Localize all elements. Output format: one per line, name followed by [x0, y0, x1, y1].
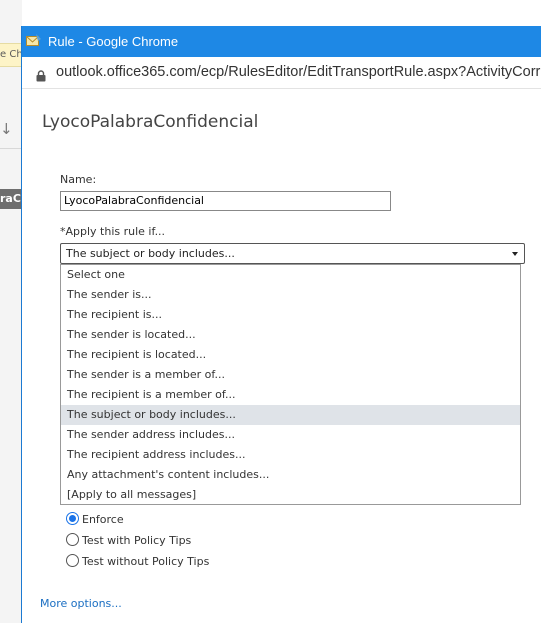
dropdown-option[interactable]: The recipient is a member of...: [61, 385, 520, 405]
dropdown-option[interactable]: The recipient is located...: [61, 345, 520, 365]
more-options-link[interactable]: More options...: [40, 597, 122, 610]
apply-rule-selected-value: The subject or body includes...: [66, 247, 235, 260]
mode-option-test-without-tips[interactable]: Test without Policy Tips: [66, 554, 209, 572]
apply-rule-select[interactable]: The subject or body includes...: [60, 243, 525, 264]
dropdown-option[interactable]: The sender address includes...: [61, 425, 520, 445]
dropdown-option[interactable]: The recipient address includes...: [61, 445, 520, 465]
title-bar[interactable]: Rule - Google Chrome: [22, 26, 541, 57]
chrome-popup-window: Rule - Google Chrome outlook.office365.c…: [21, 26, 541, 623]
address-bar[interactable]: outlook.office365.com/ecp/RulesEditor/Ed…: [22, 57, 541, 89]
background-window: [0, 0, 22, 623]
mode-option-enforce[interactable]: Enforce: [66, 512, 124, 530]
dropdown-option[interactable]: Any attachment's content includes...: [61, 465, 520, 485]
mode-option-test-with-tips[interactable]: Test with Policy Tips: [66, 533, 191, 551]
name-field[interactable]: LyocoPalabraConfidencial: [60, 191, 391, 211]
page-title: LyocoPalabraConfidencial: [42, 112, 259, 132]
background-divider: [0, 148, 22, 149]
dropdown-option[interactable]: [Apply to all messages]: [61, 485, 520, 505]
rule-editor: LyocoPalabraConfidencial Name: LyocoPala…: [22, 89, 541, 623]
url-text[interactable]: outlook.office365.com/ecp/RulesEditor/Ed…: [56, 57, 541, 87]
background-dark-tab: raCo: [0, 189, 22, 209]
background-tab[interactable]: e Ch: [0, 43, 22, 67]
dropdown-option[interactable]: The recipient is...: [61, 305, 520, 325]
lock-icon[interactable]: [36, 67, 46, 82]
name-label: Name:: [60, 173, 97, 186]
dropdown-option[interactable]: The sender is...: [61, 285, 520, 305]
apply-rule-dropdown-list: Select one The sender is... The recipient …: [60, 264, 521, 505]
down-arrow-icon[interactable]: ↓: [0, 120, 13, 138]
caret-down-icon[interactable]: [512, 252, 518, 256]
radio-button[interactable]: [66, 554, 79, 567]
apply-rule-label: *Apply this rule if...: [60, 225, 166, 238]
mode-option-label: Test without Policy Tips: [82, 555, 210, 568]
radio-button[interactable]: [66, 512, 79, 525]
dropdown-option[interactable]: The subject or body includes...: [61, 405, 520, 425]
dropdown-option[interactable]: Select one: [61, 265, 520, 285]
radio-button[interactable]: [66, 533, 79, 546]
window-title: Rule - Google Chrome: [48, 34, 179, 49]
dropdown-option[interactable]: The sender is located...: [61, 325, 520, 345]
dropdown-option[interactable]: The sender is a member of...: [61, 365, 520, 385]
mode-option-label: Test with Policy Tips: [82, 534, 192, 547]
envelope-icon: [26, 33, 42, 47]
mode-option-label: Enforce: [82, 513, 124, 526]
